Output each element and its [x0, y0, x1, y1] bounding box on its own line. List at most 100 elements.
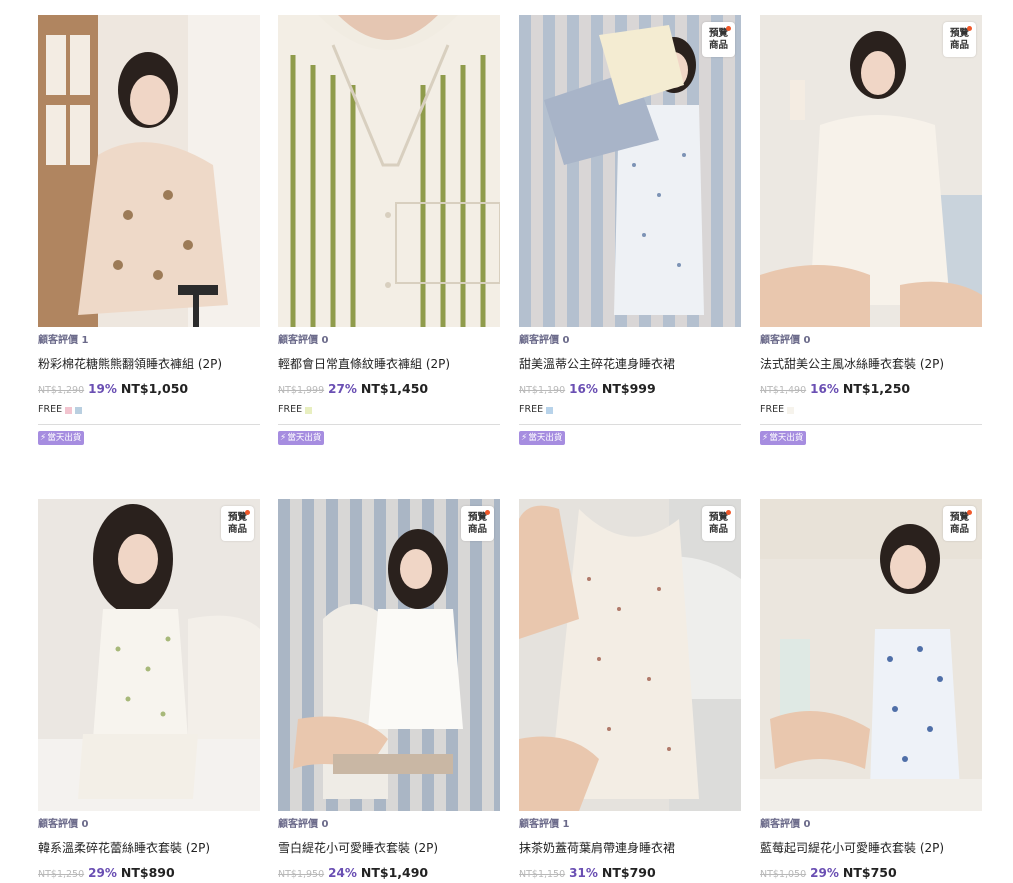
product-card[interactable]: 預覽 商品 顧客評價 0 雪白緹花小可愛睡衣套裝 (2P) NT$1,950 24%…: [278, 499, 500, 880]
review-count[interactable]: 顧客評價 0: [278, 818, 500, 832]
ship-label: 當天出貨: [528, 433, 563, 443]
notification-dot: [726, 510, 731, 515]
color-swatch[interactable]: [787, 406, 795, 414]
preorder-badge: 預覽 商品: [943, 22, 976, 57]
original-price: NT$1,290: [38, 385, 85, 396]
review-count[interactable]: 顧客評價 0: [519, 334, 741, 348]
preorder-badge: 預覽 商品: [943, 506, 976, 541]
ship-label: 當天出貨: [47, 433, 82, 443]
product-name[interactable]: 藍莓起司緹花小可愛睡衣套裝 (2P): [760, 840, 982, 856]
sale-price: NT$790: [601, 865, 656, 880]
price-row: NT$1,250 29% NT$890: [38, 864, 260, 880]
lightning-icon: ⚡: [280, 433, 287, 443]
product-card[interactable]: 預覽 商品 顧客評價 0 法式甜美公主風冰絲睡衣套裝 (2P) NT$1,490 1…: [760, 15, 982, 445]
review-count[interactable]: 顧客評價 0: [278, 334, 500, 348]
sale-price: NT$890: [120, 865, 175, 880]
product-photo[interactable]: 預覽 商品: [760, 499, 982, 811]
product-photo[interactable]: 預覽 商品: [38, 499, 260, 811]
sale-price: NT$999: [601, 381, 656, 396]
product-image: [38, 15, 260, 327]
review-count[interactable]: 顧客評價 1: [38, 334, 260, 348]
product-card[interactable]: 預覽 商品 顧客評價 0 藍莓起司緹花小可愛睡衣套裝 (2P) NT$1,050 2…: [760, 499, 982, 880]
preorder-badge: 預覽 商品: [461, 506, 494, 541]
color-swatch[interactable]: [65, 406, 73, 414]
divider: [38, 424, 260, 425]
product-name[interactable]: 輕都會日常直條紋睡衣褲組 (2P): [278, 356, 500, 372]
size-label: FREE: [519, 404, 544, 415]
review-count[interactable]: 顧客評價 0: [760, 334, 982, 348]
color-swatch[interactable]: [546, 406, 554, 414]
discount-percent: 16%: [810, 382, 839, 396]
price-row: NT$1,290 19% NT$1,050: [38, 380, 260, 396]
same-day-shipping-badge: ⚡ 當天出貨: [519, 431, 566, 445]
notification-dot: [726, 26, 731, 31]
divider: [760, 424, 982, 425]
product-name[interactable]: 甜美溫蒂公主碎花連身睡衣裙: [519, 356, 741, 372]
product-image: [519, 499, 741, 811]
lightning-icon: ⚡: [40, 433, 47, 443]
color-swatch[interactable]: [75, 406, 83, 414]
product-name[interactable]: 抹茶奶蓋荷葉肩帶連身睡衣裙: [519, 840, 741, 856]
product-card[interactable]: 預覽 商品 顧客評價 0 韓系溫柔碎花蕾絲睡衣套裝 (2P) NT$1,250 29…: [38, 499, 260, 880]
price-row: NT$1,999 27% NT$1,450: [278, 380, 500, 396]
original-price: NT$1,250: [38, 869, 85, 880]
preorder-badge: 預覽 商品: [702, 506, 735, 541]
original-price: NT$1,950: [278, 869, 325, 880]
size-label: FREE: [760, 404, 785, 415]
review-count[interactable]: 顧客評價 0: [38, 818, 260, 832]
product-card[interactable]: 顧客評價 0 輕都會日常直條紋睡衣褲組 (2P) NT$1,999 27% NT$1…: [278, 15, 500, 445]
price-row: NT$1,190 16% NT$999: [519, 380, 741, 396]
preorder-text: 商品: [949, 39, 969, 51]
original-price: NT$1,190: [519, 385, 566, 396]
product-image: [760, 499, 982, 811]
preorder-badge: 預覽 商品: [702, 22, 735, 57]
product-photo[interactable]: 預覽 商品: [760, 15, 982, 327]
size-row: FREE: [760, 403, 982, 417]
discount-percent: 29%: [810, 866, 839, 880]
color-swatch[interactable]: [305, 406, 313, 414]
product-name[interactable]: 法式甜美公主風冰絲睡衣套裝 (2P): [760, 356, 982, 372]
ship-label: 當天出貨: [769, 433, 804, 443]
product-name[interactable]: 粉彩棉花糖熊熊翻領睡衣褲組 (2P): [38, 356, 260, 372]
product-name[interactable]: 韓系溫柔碎花蕾絲睡衣套裝 (2P): [38, 840, 260, 856]
discount-percent: 29%: [88, 866, 117, 880]
review-count[interactable]: 顧客評價 1: [519, 818, 741, 832]
product-photo[interactable]: [38, 15, 260, 327]
ship-label: 當天出貨: [287, 433, 322, 443]
same-day-shipping-badge: ⚡ 當天出貨: [38, 431, 85, 445]
product-name[interactable]: 雪白緹花小可愛睡衣套裝 (2P): [278, 840, 500, 856]
size-row: FREE: [278, 403, 500, 417]
price-row: NT$1,050 29% NT$750: [760, 864, 982, 880]
preorder-text: 商品: [949, 523, 969, 535]
preorder-text: 商品: [708, 39, 728, 51]
price-row: NT$1,950 24% NT$1,490: [278, 864, 500, 880]
product-image: [278, 15, 500, 327]
product-photo[interactable]: [278, 15, 500, 327]
preorder-text: 商品: [708, 523, 728, 535]
product-image: [38, 499, 260, 811]
discount-percent: 19%: [88, 382, 117, 396]
product-image: [760, 15, 982, 327]
divider: [278, 424, 500, 425]
sale-price: NT$750: [842, 865, 897, 880]
sale-price: NT$1,050: [120, 381, 189, 396]
divider: [519, 424, 741, 425]
size-row: FREE: [519, 403, 741, 417]
same-day-shipping-badge: ⚡ 當天出貨: [278, 431, 325, 445]
product-image: [278, 499, 500, 811]
discount-percent: 31%: [569, 866, 598, 880]
size-row: FREE: [38, 403, 260, 417]
size-label: FREE: [278, 404, 303, 415]
product-card[interactable]: 顧客評價 1 粉彩棉花糖熊熊翻領睡衣褲組 (2P) NT$1,290 19% NT$…: [38, 15, 260, 445]
product-card[interactable]: 預覽 商品 顧客評價 1 抹茶奶蓋荷葉肩帶連身睡衣裙 NT$1,150 31% NT$…: [519, 499, 741, 880]
preorder-badge: 預覽 商品: [221, 506, 254, 541]
product-photo[interactable]: 預覽 商品: [519, 15, 741, 327]
sale-price: NT$1,490: [360, 865, 429, 880]
product-photo[interactable]: 預覽 商品: [278, 499, 500, 811]
product-card[interactable]: 預覽 商品 顧客評價 0 甜美溫蒂公主碎花連身睡衣裙 NT$1,190 16% NT$…: [519, 15, 741, 445]
review-count[interactable]: 顧客評價 0: [760, 818, 982, 832]
product-image: [519, 15, 741, 327]
product-photo[interactable]: 預覽 商品: [519, 499, 741, 811]
original-price: NT$1,490: [760, 385, 807, 396]
notification-dot: [967, 510, 972, 515]
